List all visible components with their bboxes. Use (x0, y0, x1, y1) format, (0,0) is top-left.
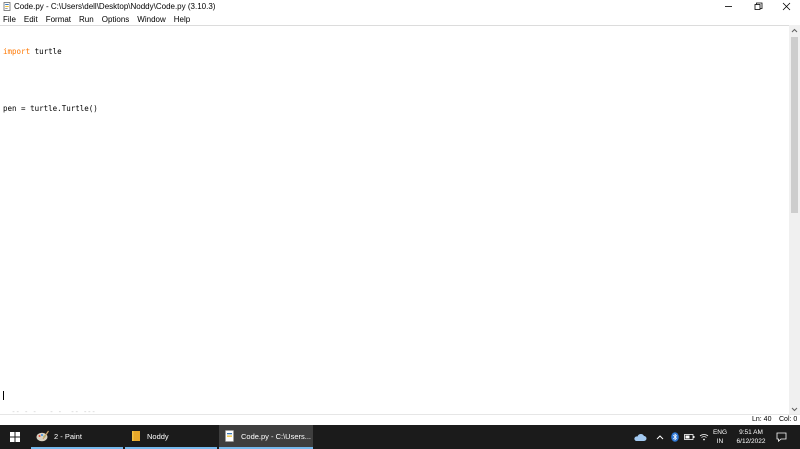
paint-icon (36, 430, 49, 442)
menu-window[interactable]: Window (133, 13, 169, 25)
windows-logo-icon (9, 432, 20, 442)
clock-date: 6/12/2022 (736, 438, 766, 445)
code-line: import turtle (3, 47, 98, 57)
clock[interactable]: 9:51 AM 6/12/2022 (732, 428, 770, 446)
text-cursor (3, 391, 4, 400)
menu-edit[interactable]: Edit (20, 13, 42, 25)
scroll-down-button[interactable] (789, 404, 800, 414)
battery-icon (684, 434, 695, 440)
onedrive-tray[interactable] (630, 425, 650, 449)
show-hidden-icons-button[interactable] (654, 425, 666, 449)
folder-icon (132, 431, 140, 441)
chevron-up-icon (791, 28, 798, 32)
code-keyword: import (3, 47, 31, 56)
battery-tray[interactable] (683, 425, 696, 449)
chevron-up-icon (656, 434, 664, 439)
code-text: import turtle pen = turtle.Turtle() (3, 28, 98, 133)
python-file-icon (225, 430, 234, 442)
notification-icon (776, 432, 786, 442)
scrollbar-thumb[interactable] (791, 37, 798, 213)
bluetooth-tray[interactable] (669, 425, 681, 449)
taskbar-app-label: Code.py - C:\Users... (241, 431, 312, 441)
restore-button[interactable] (744, 0, 772, 13)
code-line: pen = turtle.Turtle() (3, 104, 98, 114)
status-line-number: Ln: 40 (752, 416, 772, 423)
bluetooth-icon (671, 432, 679, 442)
status-bar: Ln: 40 Col: 0 (0, 414, 800, 425)
taskbar-app-label: 2 - Paint (54, 431, 82, 441)
python-file-icon (3, 2, 11, 11)
taskbar-app-noddy[interactable]: Noddy (125, 425, 217, 449)
menu-help[interactable]: Help (170, 13, 194, 25)
scroll-up-button[interactable] (789, 25, 800, 35)
taskbar: 2 - Paint Noddy Code.py - C:\Users... EN… (0, 425, 800, 449)
title-bar[interactable]: Code.py - C:\Users\dell\Desktop\Noddy\Co… (0, 0, 800, 13)
clock-time: 9:51 AM (739, 429, 763, 436)
start-button[interactable] (0, 425, 29, 449)
close-button[interactable] (772, 0, 800, 13)
restore-icon (754, 2, 762, 10)
wifi-icon (699, 434, 709, 441)
taskbar-app-paint[interactable]: 2 - Paint (31, 425, 123, 449)
taskbar-app-code[interactable]: Code.py - C:\Users... (219, 425, 313, 449)
status-column-number: Col: 0 (779, 416, 798, 423)
action-center-button[interactable] (772, 425, 790, 449)
menu-format[interactable]: Format (42, 13, 75, 25)
menu-options[interactable]: Options (98, 13, 134, 25)
language-code: ENG (712, 429, 728, 436)
taskbar-app-label: Noddy (147, 431, 169, 441)
minimize-button[interactable] (714, 0, 742, 13)
close-icon (782, 2, 790, 11)
chevron-down-icon (791, 407, 798, 411)
code-text-segment: pen = turtle.Turtle() (3, 104, 98, 113)
menu-bar: File Edit Format Run Options Window Help (0, 13, 800, 25)
vertical-scrollbar[interactable] (789, 25, 800, 414)
region-code: IN (716, 438, 724, 445)
wifi-tray[interactable] (698, 425, 710, 449)
minimize-icon (724, 6, 732, 7)
menu-file[interactable]: File (0, 13, 20, 25)
menu-run[interactable]: Run (75, 13, 98, 25)
input-language-indicator[interactable]: ENG IN (710, 428, 730, 446)
window-title: Code.py - C:\Users\dell\Desktop\Noddy\Co… (14, 2, 216, 11)
idle-editor-window: Code.py - C:\Users\dell\Desktop\Noddy\Co… (0, 0, 800, 425)
code-text-segment: turtle (30, 47, 62, 56)
cloud-icon (634, 433, 647, 441)
code-editor[interactable]: import turtle pen = turtle.Turtle() -- -… (0, 25, 789, 416)
